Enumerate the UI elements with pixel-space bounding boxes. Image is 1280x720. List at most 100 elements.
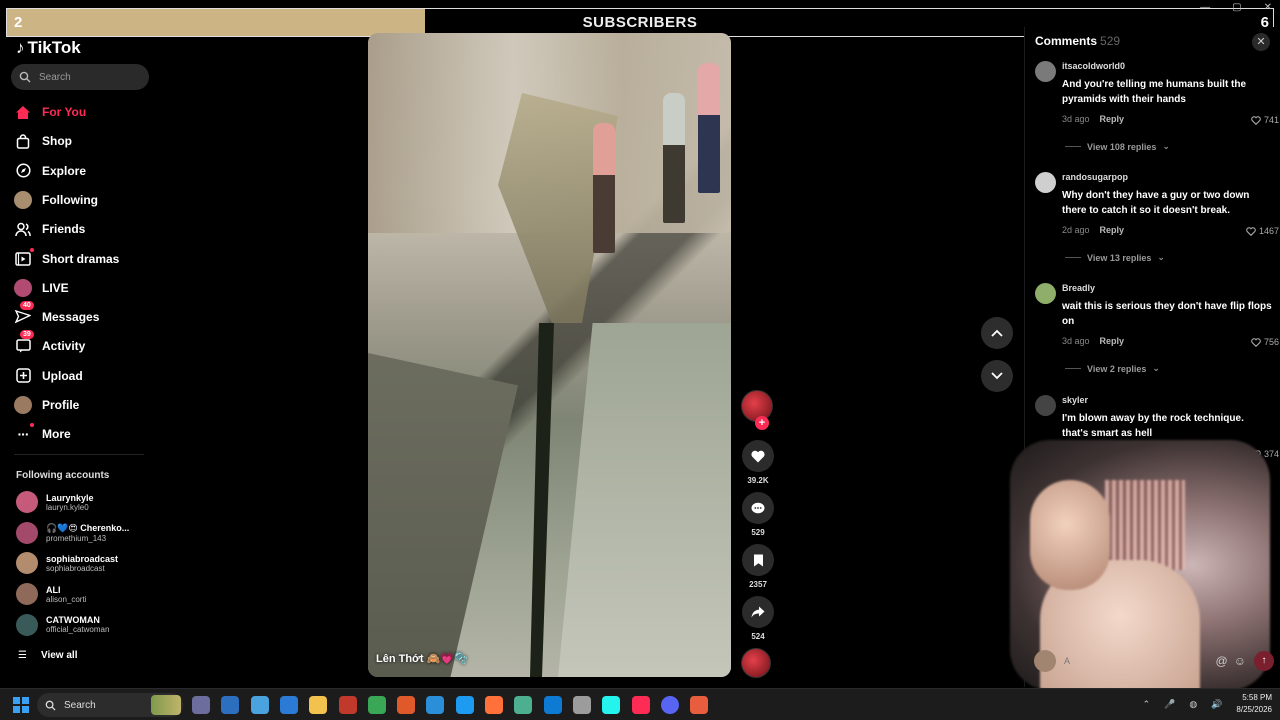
sidebar-item-live[interactable]: LIVE xyxy=(14,278,69,297)
follow-plus-icon[interactable]: + xyxy=(755,416,769,430)
new-dot-icon xyxy=(30,247,34,252)
microphone-icon[interactable]: 🎤 xyxy=(1164,699,1175,710)
comment-button[interactable] xyxy=(742,492,774,524)
video-player[interactable]: Lên Thớt 🙈💗🫧 xyxy=(368,33,731,677)
tiktok-logo[interactable]: ♪ TikTok xyxy=(16,38,81,58)
previous-video-button[interactable] xyxy=(981,317,1013,349)
following-account-item[interactable]: Laurynkyle lauryn.kyle0 xyxy=(16,491,156,513)
comment-time: 3d ago xyxy=(1062,114,1090,124)
sidebar-item-profile[interactable]: Profile xyxy=(14,396,79,414)
close-icon[interactable]: ✕ xyxy=(1264,2,1272,13)
sidebar-item-activity[interactable]: 39 Activity xyxy=(14,330,85,355)
taskbar-app-icon[interactable] xyxy=(514,696,533,714)
windows-start-icon[interactable] xyxy=(13,697,29,713)
taskbar-app-icon[interactable] xyxy=(192,696,210,714)
comment-meta: 2d ago Reply xyxy=(1062,225,1124,235)
sidebar-item-label: Profile xyxy=(42,398,80,412)
new-dot-icon xyxy=(30,423,34,428)
sidebar-item-short-dramas[interactable]: Short dramas xyxy=(14,247,119,268)
following-account-item[interactable]: CATWOMAN official_catwoman xyxy=(16,613,156,636)
taskbar-app-icon[interactable] xyxy=(660,696,679,714)
sidebar-item-label: For You xyxy=(42,105,87,119)
taskbar-app-icon[interactable] xyxy=(572,696,591,714)
network-icon[interactable]: ◍ xyxy=(1189,699,1197,710)
taskbar-search[interactable]: Search xyxy=(37,693,183,717)
tiktok-note-icon: ♪ xyxy=(16,38,25,57)
taskbar-app-icon[interactable] xyxy=(397,696,416,714)
send-comment-button[interactable]: ↑ xyxy=(1254,651,1274,671)
next-video-button[interactable] xyxy=(981,360,1013,392)
creator-avatar[interactable]: + xyxy=(741,390,773,430)
webcam-window-blinds xyxy=(1105,480,1185,570)
view-replies-button[interactable]: View 2 replies ⌄ xyxy=(1065,363,1160,374)
share-button[interactable] xyxy=(742,596,774,628)
comment-input[interactable]: A xyxy=(1064,656,1208,666)
commenter-avatar[interactable] xyxy=(1035,172,1056,193)
webcam-person-head xyxy=(1030,480,1110,590)
comment-text: And you're telling me humans built the p… xyxy=(1062,79,1247,105)
comment-username[interactable]: skyler xyxy=(1062,395,1088,405)
taskbar-app-icon[interactable] xyxy=(338,696,357,714)
taskbar-app-icon[interactable] xyxy=(485,696,503,714)
taskbar-app-icon[interactable] xyxy=(426,696,445,714)
reply-button[interactable]: Reply xyxy=(1100,114,1125,124)
comments-title: Comments xyxy=(1035,34,1098,48)
music-disc-avatar[interactable] xyxy=(741,648,771,678)
video-caption[interactable]: Lên Thớt 🙈💗🫧 xyxy=(376,652,468,665)
view-all-button[interactable]: ☰ View all xyxy=(18,650,77,661)
sidebar-item-explore[interactable]: Explore xyxy=(14,162,86,180)
taskbar-app-icon[interactable] xyxy=(250,696,269,714)
comment-username[interactable]: Breadly xyxy=(1062,283,1095,293)
sidebar-item-label: Messages xyxy=(42,310,100,325)
following-account-item[interactable]: ALI alison_corti xyxy=(16,583,156,606)
comment-like-button[interactable]: 741 xyxy=(1251,115,1279,125)
comment-like-button[interactable]: 1467 xyxy=(1246,226,1279,236)
sidebar-item-shop[interactable]: Shop xyxy=(14,132,72,150)
sidebar-item-label: More xyxy=(42,427,71,442)
sidebar-item-label: Upload xyxy=(42,368,83,383)
taskbar-app-icon[interactable] xyxy=(221,696,240,714)
sidebar-item-following[interactable]: Following xyxy=(14,190,98,209)
sidebar-item-friends[interactable]: Friends xyxy=(14,220,85,238)
reply-button[interactable]: Reply xyxy=(1100,225,1125,235)
taskbar-app-icon[interactable] xyxy=(455,696,474,714)
sidebar-item-more[interactable]: ··· More xyxy=(14,423,71,443)
taskbar-app-icon[interactable] xyxy=(367,696,386,714)
taskbar-app-icon[interactable] xyxy=(602,696,621,714)
view-replies-button[interactable]: View 108 replies ⌄ xyxy=(1065,141,1170,152)
comment-count: 529 xyxy=(751,528,765,537)
commenter-avatar[interactable] xyxy=(1035,61,1056,82)
chevron-up-icon[interactable]: ⌃ xyxy=(1143,699,1151,710)
comment-username[interactable]: itsacoldworld0 xyxy=(1062,61,1125,71)
taskbar-app-icon[interactable] xyxy=(631,696,650,714)
taskbar-app-icon[interactable] xyxy=(309,696,328,714)
search-input[interactable]: Search xyxy=(11,64,149,90)
sidebar-item-for-you[interactable]: For You xyxy=(14,103,86,121)
account-name: Laurynkyle xyxy=(46,492,94,503)
volume-icon[interactable]: 🔊 xyxy=(1211,699,1222,710)
commenter-avatar[interactable] xyxy=(1035,395,1056,416)
like-button[interactable] xyxy=(742,440,774,472)
view-replies-button[interactable]: View 13 replies ⌄ xyxy=(1065,252,1165,263)
mention-icon[interactable]: @ xyxy=(1216,654,1228,668)
notification-badge: 39 xyxy=(20,330,34,340)
following-account-item[interactable]: sophiabroadcast sophiabroadcast xyxy=(16,552,156,575)
notification-badge: 40 xyxy=(20,301,34,311)
following-account-item[interactable]: 🎧💙😍 Cherenko... promethium_143 xyxy=(16,521,156,544)
taskbar-app-icon[interactable] xyxy=(690,696,709,714)
save-button[interactable] xyxy=(742,544,774,576)
comment-username[interactable]: randosugarpop xyxy=(1062,172,1128,182)
taskbar-clock[interactable]: 5:58 PM 8/25/2026 xyxy=(1236,692,1272,716)
maximize-icon[interactable]: ▢ xyxy=(1232,2,1241,13)
taskbar-app-icon[interactable] xyxy=(279,696,298,714)
minimize-icon[interactable]: — xyxy=(1200,2,1210,13)
taskbar-app-icon[interactable] xyxy=(543,696,562,714)
commenter-avatar[interactable] xyxy=(1035,283,1056,304)
emoji-icon[interactable]: ☺ xyxy=(1234,654,1246,668)
close-comments-button[interactable]: ✕ xyxy=(1252,33,1270,51)
comment-like-button[interactable]: 756 xyxy=(1251,337,1279,347)
sidebar-item-upload[interactable]: Upload xyxy=(14,367,83,385)
sidebar-item-messages[interactable]: 40 Messages xyxy=(14,301,100,326)
reply-button[interactable]: Reply xyxy=(1100,336,1125,346)
chevron-down-icon: ⌄ xyxy=(1157,252,1165,262)
